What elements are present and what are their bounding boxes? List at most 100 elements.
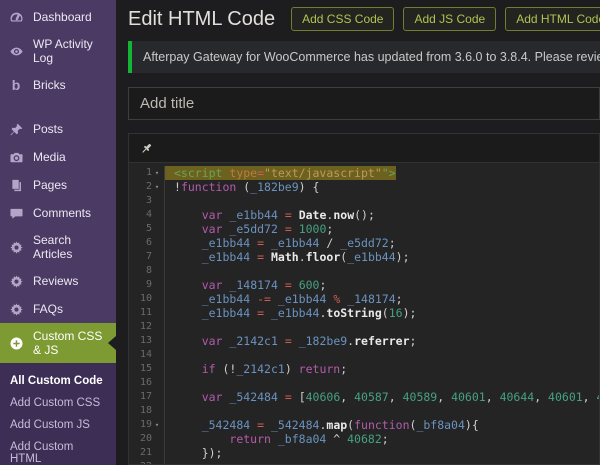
code-line-20[interactable]: 20 return _bf8a04 ^ 40682;: [129, 432, 599, 446]
sidebar-item-label: Posts: [33, 122, 63, 136]
line-number: 1▾: [129, 166, 165, 180]
code-line-16[interactable]: 16: [129, 376, 599, 390]
line-number: 8: [129, 264, 165, 278]
gear-icon: [8, 239, 24, 255]
sidebar-item-label: Comments: [33, 206, 91, 220]
line-number: 20: [129, 432, 165, 446]
sidebar-item-posts[interactable]: Posts: [0, 115, 116, 143]
code-text: var _e1bb44 = Date.now();: [165, 208, 375, 222]
main-content: Edit HTML Code Add CSS CodeAdd JS CodeAd…: [116, 0, 600, 465]
editor-toolbar: [129, 134, 599, 163]
code-line-4[interactable]: 4 var _e1bb44 = Date.now();: [129, 208, 599, 222]
code-text: <script type="text/javascript"">: [165, 166, 396, 180]
line-number: 7: [129, 250, 165, 264]
add-js-code-button[interactable]: Add JS Code: [403, 7, 496, 31]
code-text: _e1bb44 = Math.floor(_e1bb44);: [165, 250, 410, 264]
code-text: if (!_2142c1) return;: [165, 362, 347, 376]
line-number: 17: [129, 390, 165, 404]
pushpin-icon[interactable]: [139, 141, 154, 156]
fold-arrow-icon[interactable]: ▾: [153, 418, 161, 432]
line-number: 3: [129, 194, 165, 208]
code-line-14[interactable]: 14: [129, 348, 599, 362]
fold-arrow-icon[interactable]: ▾: [153, 166, 161, 180]
submenu-item-add-custom-js[interactable]: Add Custom JS: [0, 414, 116, 436]
notice-text: Afterpay Gateway for WooCommerce has upd…: [143, 50, 600, 64]
line-number: 15: [129, 362, 165, 376]
sidebar-item-label: WP Activity Log: [33, 37, 108, 65]
code-line-18[interactable]: 18: [129, 404, 599, 418]
code-text: [165, 404, 174, 418]
code-area[interactable]: 1▾<script type="text/javascript"">2▾!fun…: [129, 163, 599, 464]
code-text: _e1bb44 -= _e1bb44 % _148174;: [165, 292, 403, 306]
gear-icon: [8, 301, 24, 317]
sidebar-menu: Dashboard WP Activity Log bBricks Posts Medi…: [0, 3, 116, 465]
comment-icon: [8, 205, 24, 221]
code-line-13[interactable]: 13 var _2142c1 = _182be9.referrer;: [129, 334, 599, 348]
code-line-1[interactable]: 1▾<script type="text/javascript"">: [129, 166, 599, 180]
line-number: 5: [129, 222, 165, 236]
code-line-10[interactable]: 10 _e1bb44 -= _e1bb44 % _148174;: [129, 292, 599, 306]
sidebar-item-search-articles[interactable]: Search Articles: [0, 227, 116, 267]
sidebar-item-label: FAQs: [33, 302, 63, 316]
line-number: 13: [129, 334, 165, 348]
line-number: 18: [129, 404, 165, 418]
code-line-12[interactable]: 12: [129, 320, 599, 334]
line-number: 16: [129, 376, 165, 390]
code-line-21[interactable]: 21 });: [129, 446, 599, 460]
code-line-15[interactable]: 15 if (!_2142c1) return;: [129, 362, 599, 376]
code-text: _542484 = _542484.map(function(_bf8a04){: [165, 418, 479, 432]
code-line-9[interactable]: 9 var _148174 = 600;: [129, 278, 599, 292]
sidebar-item-bricks[interactable]: bBricks: [0, 71, 116, 99]
line-number: 11: [129, 306, 165, 320]
submenu-item-add-custom-html[interactable]: Add Custom HTML: [0, 436, 116, 465]
code-text: var _2142c1 = _182be9.referrer;: [165, 334, 416, 348]
bricks-icon: b: [8, 77, 24, 93]
code-text: var _542484 = [40606, 40587, 40589, 4060…: [165, 390, 599, 404]
title-input[interactable]: [128, 87, 600, 120]
code-text: var _148174 = 600;: [165, 278, 326, 292]
line-number: 21: [129, 446, 165, 460]
code-text: [165, 348, 174, 362]
sidebar-group: Dashboard WP Activity Log bBricks: [0, 3, 116, 99]
sidebar-item-faqs[interactable]: FAQs: [0, 295, 116, 323]
line-number: 22: [129, 460, 165, 464]
sidebar-item-pages[interactable]: Pages: [0, 171, 116, 199]
sidebar-item-comments[interactable]: Comments: [0, 199, 116, 227]
code-line-22[interactable]: 22: [129, 460, 599, 464]
sidebar-item-dashboard[interactable]: Dashboard: [0, 3, 116, 31]
sidebar-item-reviews[interactable]: Reviews: [0, 267, 116, 295]
eye-icon: [8, 43, 24, 59]
fold-arrow-icon[interactable]: ▾: [153, 180, 161, 194]
sidebar-item-wp-activity-log[interactable]: WP Activity Log: [0, 31, 116, 71]
add-html-code-button[interactable]: Add HTML Code: [505, 7, 600, 31]
code-line-7[interactable]: 7 _e1bb44 = Math.floor(_e1bb44);: [129, 250, 599, 264]
code-line-5[interactable]: 5 var _e5dd72 = 1000;: [129, 222, 599, 236]
code-line-17[interactable]: 17 var _542484 = [40606, 40587, 40589, 4…: [129, 390, 599, 404]
code-line-6[interactable]: 6 _e1bb44 = _e1bb44 / _e5dd72;: [129, 236, 599, 250]
sidebar-item-label: Reviews: [33, 274, 78, 288]
add-css-code-button[interactable]: Add CSS Code: [291, 7, 394, 31]
sidebar-item-label: Dashboard: [33, 10, 92, 24]
sidebar-item-label: Media: [33, 150, 66, 164]
code-text: !function (_182be9) {: [165, 180, 319, 194]
line-number: 19▾: [129, 418, 165, 432]
dashboard-icon: [8, 9, 24, 25]
submenu-item-all-custom-code[interactable]: All Custom Code: [0, 370, 116, 392]
sidebar-item-media[interactable]: Media: [0, 143, 116, 171]
line-number: 12: [129, 320, 165, 334]
sidebar-item-label: Custom CSS & JS: [33, 329, 108, 357]
code-line-8[interactable]: 8: [129, 264, 599, 278]
submenu-item-add-custom-css[interactable]: Add Custom CSS: [0, 392, 116, 414]
line-number: 2▾: [129, 180, 165, 194]
code-text: });: [165, 446, 222, 460]
sidebar-submenu: All Custom CodeAdd Custom CSSAdd Custom …: [0, 363, 116, 465]
code-line-3[interactable]: 3: [129, 194, 599, 208]
sidebar-group: Posts Media Pages Comments Search Articles Re…: [0, 115, 116, 363]
sidebar-item-custom-css-js[interactable]: Custom CSS & JS: [0, 323, 116, 363]
code-line-11[interactable]: 11 _e1bb44 = _e1bb44.toString(16);: [129, 306, 599, 320]
code-line-2[interactable]: 2▾!function (_182be9) {: [129, 180, 599, 194]
code-line-19[interactable]: 19▾ _542484 = _542484.map(function(_bf8a…: [129, 418, 599, 432]
line-number: 14: [129, 348, 165, 362]
plus-circle-icon: [8, 335, 24, 351]
code-text: _e1bb44 = _e1bb44.toString(16);: [165, 306, 416, 320]
